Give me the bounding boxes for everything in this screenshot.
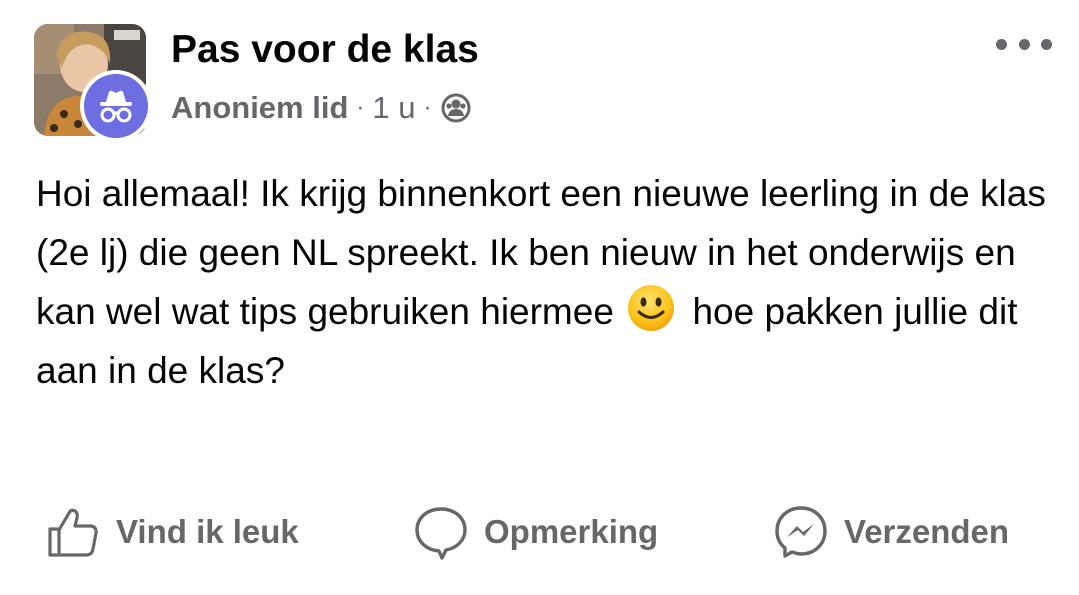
like-button[interactable]: Vind ik leuk <box>44 496 299 568</box>
anonymous-badge <box>80 70 152 142</box>
post-card: Pas voor de klas Anoniem lid · 1 u · Hoi… <box>0 0 1079 595</box>
slightly-smiling-face-icon <box>626 283 676 333</box>
meta-separator: · <box>423 94 432 121</box>
send-button[interactable]: Verzenden <box>772 496 1009 568</box>
meta-separator: · <box>356 94 365 121</box>
post-meta: Anoniem lid · 1 u · <box>171 86 472 130</box>
group-members-icon <box>440 92 472 124</box>
author-name[interactable]: Anoniem lid <box>171 90 348 126</box>
thumbs-up-icon <box>44 503 102 561</box>
comment-label: Opmerking <box>484 513 659 550</box>
avatar-group[interactable] <box>34 24 152 142</box>
like-label: Vind ik leuk <box>116 513 299 550</box>
post-actions-bar: Vind ik leuk Opmerking Verzenden <box>0 496 1079 568</box>
anonymous-incognito-icon <box>84 74 148 138</box>
group-name[interactable]: Pas voor de klas <box>171 26 479 74</box>
comment-button[interactable]: Opmerking <box>412 496 658 568</box>
speech-bubble-icon <box>412 503 470 561</box>
more-options-icon[interactable] <box>996 28 1052 60</box>
post-body: Hoi allemaal! Ik krijg binnenkort een ni… <box>36 164 1046 400</box>
post-time[interactable]: 1 u <box>372 90 415 126</box>
send-label: Verzenden <box>844 513 1010 550</box>
messenger-icon <box>772 503 830 561</box>
